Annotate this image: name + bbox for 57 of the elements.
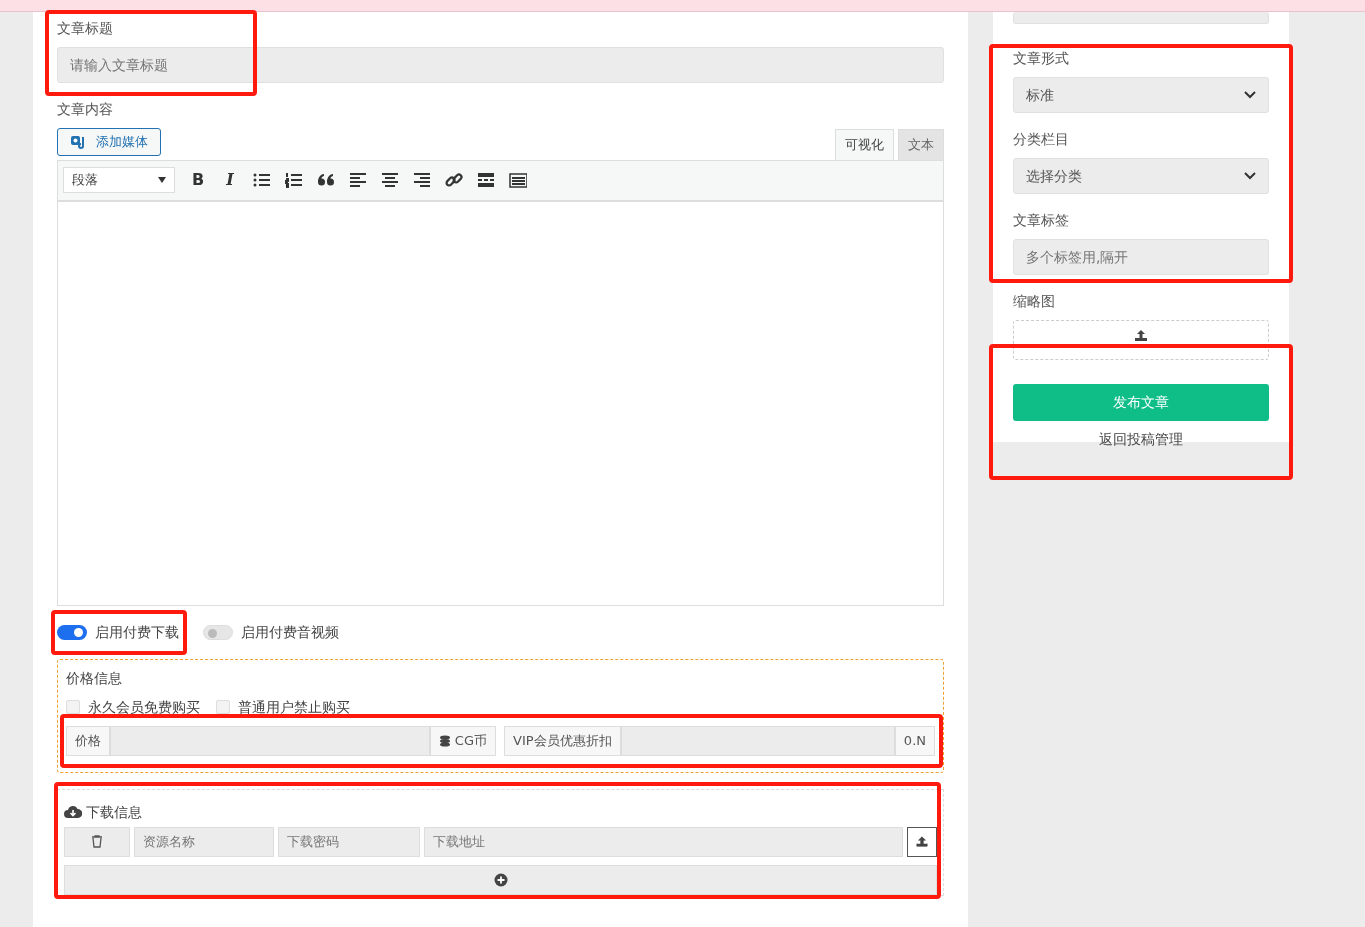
select-field[interactable] xyxy=(1013,12,1269,24)
checkbox-label: 永久会员免费购买 xyxy=(88,697,200,717)
checkbox[interactable] xyxy=(66,700,80,714)
italic-button[interactable]: I xyxy=(221,171,239,189)
format-select[interactable]: 段落 xyxy=(63,167,175,193)
tags-input[interactable]: 多个标签用,隔开 xyxy=(1013,239,1269,275)
keyboard-icon[interactable] xyxy=(509,171,527,189)
link-icon[interactable] xyxy=(445,171,463,189)
select-field[interactable]: 选择分类 xyxy=(1013,158,1269,194)
numbered-list-icon[interactable] xyxy=(285,171,303,189)
checkbox[interactable] xyxy=(216,700,230,714)
chevron-down-icon xyxy=(1244,91,1256,99)
upload-button[interactable] xyxy=(907,826,937,857)
field-label: 文章内容 xyxy=(57,100,114,119)
editor-tab[interactable]: 可视化 xyxy=(835,129,894,160)
field-label: 分类栏目 xyxy=(1013,130,1070,149)
delete-button[interactable] xyxy=(64,826,130,857)
discount-input[interactable] xyxy=(620,725,895,756)
field-label: 文章标签 xyxy=(1013,211,1070,230)
bullet-list-icon[interactable] xyxy=(253,171,271,189)
caret-icon xyxy=(158,177,166,183)
chevron-down-icon xyxy=(1244,172,1256,180)
download-input[interactable]: 下载地址 xyxy=(424,826,903,857)
download-input[interactable]: 资源名称 xyxy=(134,826,274,857)
download-input[interactable]: 下载密码 xyxy=(278,826,420,857)
align-left-icon[interactable] xyxy=(349,171,367,189)
checkbox-label: 普通用户禁止购买 xyxy=(238,697,350,717)
discount-suffix: 0.N xyxy=(894,725,935,756)
section-title: 价格信息 xyxy=(66,668,123,688)
title-input[interactable]: 请输入文章标题 xyxy=(57,47,944,83)
back-link[interactable]: 返回投稿管理 xyxy=(1099,431,1183,447)
cloud-download-icon xyxy=(64,805,82,819)
discount-label: VIP会员优惠折扣 xyxy=(504,725,621,756)
field-label: 文章标题 xyxy=(57,19,114,38)
add-media-button[interactable]: 添加媒体 xyxy=(57,128,161,156)
align-right-icon[interactable] xyxy=(413,171,431,189)
upload-icon xyxy=(1134,329,1148,342)
price-input[interactable] xyxy=(110,725,430,756)
bold-button[interactable]: B xyxy=(189,171,207,189)
editor-tab[interactable]: 文本 xyxy=(898,129,944,160)
coins-icon xyxy=(438,734,451,747)
plus-circle-icon xyxy=(493,872,508,887)
currency-label: CG币 xyxy=(429,725,496,756)
align-center-icon[interactable] xyxy=(381,171,399,189)
thumbnail-upload[interactable] xyxy=(1013,320,1269,360)
upload-icon xyxy=(916,835,928,848)
toggle-switch[interactable] xyxy=(203,624,233,640)
select-field[interactable]: 标准 xyxy=(1013,77,1269,113)
field-label: 缩略图 xyxy=(1013,292,1056,311)
field-label: 文章形式 xyxy=(1013,49,1070,68)
toggle-label: 启用付费下载 xyxy=(95,622,179,642)
section-title: 下载信息 xyxy=(86,802,142,822)
toggle-label: 启用付费音视频 xyxy=(241,622,339,642)
toggle-switch[interactable] xyxy=(57,624,87,640)
price-label: 价格 xyxy=(66,725,110,756)
trash-icon xyxy=(91,835,103,848)
read-more-icon[interactable] xyxy=(477,171,495,189)
